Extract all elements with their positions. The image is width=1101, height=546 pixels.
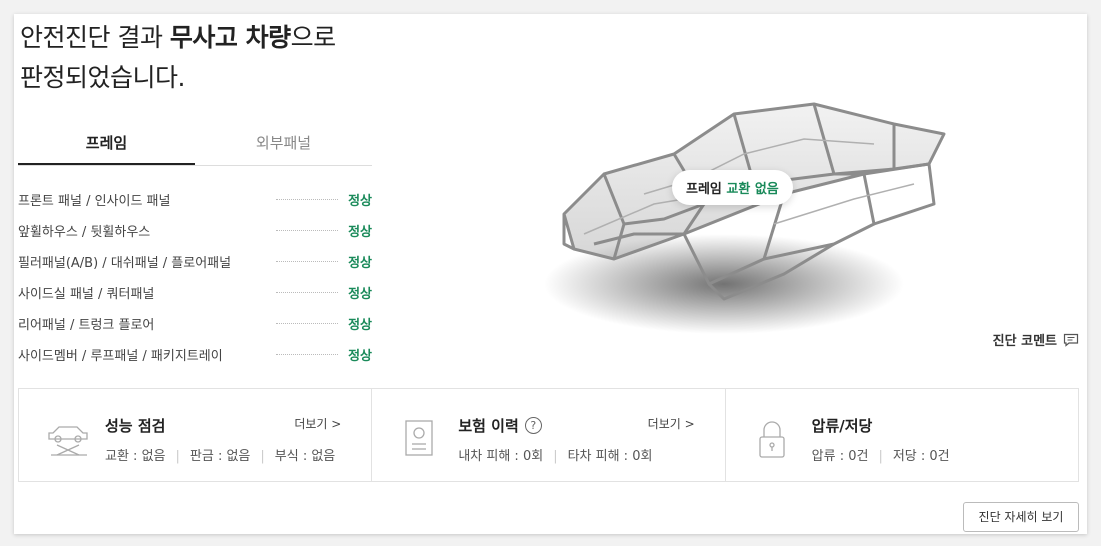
lock-icon: [759, 421, 785, 458]
car-lift-icon: [48, 426, 88, 456]
insurance-more-link[interactable]: 더보기 >: [648, 415, 695, 432]
status-normal: 정상: [348, 225, 372, 240]
insurance-history-box: 보험 이력? 더보기 > 내차 피해 : 0회 | 타차 피해 : 0회: [372, 389, 726, 481]
list-item: 필러패널(A/B) / 대쉬패널 / 플로어패널 정상: [18, 246, 372, 277]
list-item: 앞휠하우스 / 뒷휠하우스 정상: [18, 215, 372, 246]
insurance-history-title: 보험 이력?: [458, 415, 542, 436]
separator: |: [878, 449, 883, 464]
separator: |: [175, 449, 180, 464]
performance-more-link[interactable]: 더보기 >: [294, 415, 341, 432]
dotted-leader: [276, 261, 338, 262]
frame-item-list: 프론트 패널 / 인사이드 패널 정상 앞휠하우스 / 뒷휠하우스 정상 필러패널(…: [18, 184, 372, 370]
help-icon[interactable]: ?: [524, 417, 542, 434]
status-normal: 정상: [348, 287, 372, 302]
list-item: 프론트 패널 / 인사이드 패널 정상: [18, 184, 372, 215]
dotted-leader: [276, 354, 338, 355]
status-normal: 정상: [348, 256, 372, 271]
headline-line2: 판정되었습니다.: [20, 63, 185, 92]
performance-check-title: 성능 점검: [105, 417, 166, 435]
performance-check-box: 성능 점검 더보기 > 교환 : 없음 | 판금 : 없음 | 부식 : 없음: [19, 389, 373, 481]
result-headline: 안전진단 결과 무사고 차량으로 판정되었습니다.: [20, 18, 336, 98]
lien-summary: 압류 : 0건 | 저당 : 0건: [811, 449, 950, 464]
summary-info-row: 성능 점검 더보기 > 교환 : 없음 | 판금 : 없음 | 부식 : 없음 보험 이…: [18, 388, 1079, 482]
tab-frame[interactable]: 프레임: [18, 120, 195, 165]
diagnosis-comment-link[interactable]: 진단 코멘트: [993, 330, 1079, 349]
tab-exterior-panel[interactable]: 외부패널: [195, 120, 372, 165]
lien-mortgage-title: 압류/저당: [811, 417, 873, 435]
frame-status-badge: 프레임 교환 없음: [672, 170, 793, 205]
list-item: 사이드멤버 / 루프패널 / 패키지트레이 정상: [18, 339, 372, 370]
view-details-button[interactable]: 진단 자세히 보기: [963, 502, 1079, 532]
status-normal: 정상: [348, 349, 372, 364]
headline-line1: 안전진단 결과 무사고 차량으로: [20, 23, 336, 52]
panel-tabs: 프레임 외부패널: [18, 120, 372, 166]
comment-icon: [1063, 333, 1079, 347]
list-item: 리어패널 / 트렁크 플로어 정상: [18, 308, 372, 339]
separator: |: [553, 449, 558, 464]
status-normal: 정상: [348, 318, 372, 333]
dotted-leader: [276, 323, 338, 324]
car-frame-illustration: [544, 102, 946, 334]
separator: |: [260, 449, 265, 464]
status-normal: 정상: [348, 194, 372, 209]
lien-mortgage-box: 압류/저당 압류 : 0건 | 저당 : 0건: [726, 389, 1078, 481]
performance-summary: 교환 : 없음 | 판금 : 없음 | 부식 : 없음: [105, 449, 336, 464]
dotted-leader: [276, 199, 338, 200]
dotted-leader: [276, 292, 338, 293]
insurance-summary: 내차 피해 : 0회 | 타차 피해 : 0회: [458, 449, 653, 464]
dotted-leader: [276, 230, 338, 231]
diagnosis-card: 안전진단 결과 무사고 차량으로 판정되었습니다. 프레임 외부패널 프론트 패…: [14, 14, 1087, 534]
document-icon: [405, 420, 433, 456]
list-item: 사이드실 패널 / 쿼터패널 정상: [18, 277, 372, 308]
